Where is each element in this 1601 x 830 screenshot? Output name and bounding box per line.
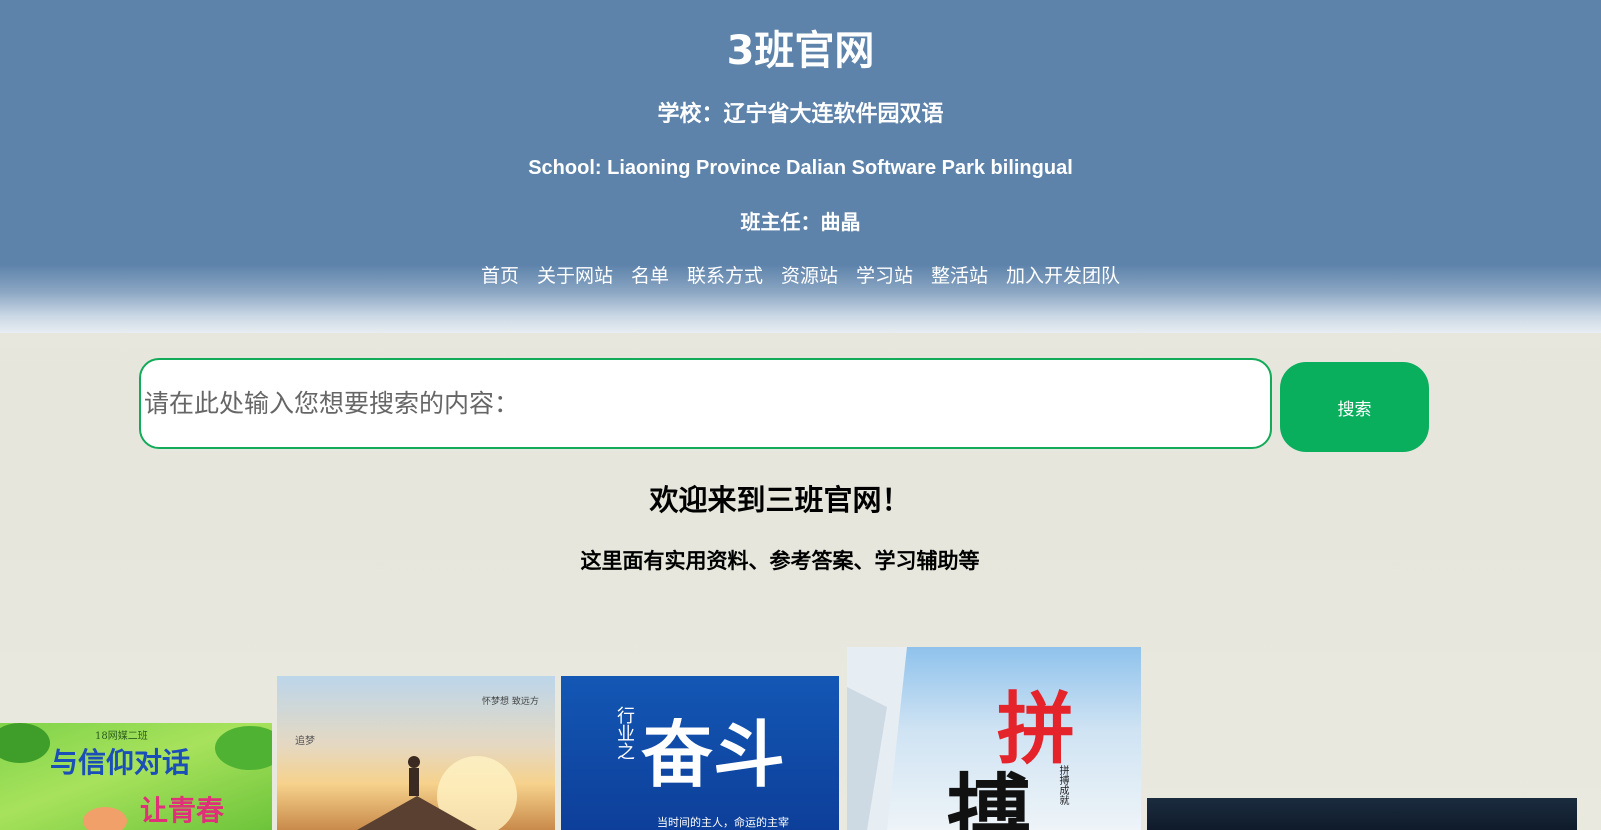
poster-dark[interactable]: [1147, 798, 1577, 830]
poster-2-side: 追梦: [295, 736, 315, 747]
main-nav: 首页 关于网站 名单 联系方式 资源站 学习站 整活站 加入开发团队: [0, 262, 1601, 290]
nav-link-study[interactable]: 学习站: [856, 262, 913, 290]
poster-4-title-2: 搏: [947, 764, 1032, 830]
poster-3-bottom: 当时间的主人，命运的主宰: [657, 816, 789, 829]
search-button[interactable]: 搜索: [1280, 362, 1429, 452]
nav-link-home[interactable]: 首页: [481, 262, 519, 290]
poster-3-side: 行业之: [614, 706, 635, 760]
head-teacher: 班主任：曲晶: [740, 210, 861, 234]
nav-link-resources[interactable]: 资源站: [781, 262, 838, 290]
site-header: 3班官网 学校：辽宁省大连软件园双语 School: Liaoning Prov…: [0, 0, 1601, 333]
poster-1-sub: 让青春: [140, 794, 225, 827]
school-name-chinese: 学校：辽宁省大连软件园双语: [657, 102, 944, 127]
site-title: 3班官网: [726, 28, 875, 74]
poster-strive[interactable]: 行业之 奋斗 当时间的主人，命运的主宰: [561, 676, 839, 830]
nav-link-join-team[interactable]: 加入开发团队: [1006, 262, 1120, 290]
school-name-english: School: Liaoning Province Dalian Softwar…: [528, 157, 1073, 179]
welcome-subtitle: 这里面有实用资料、参考答案、学习辅助等: [580, 549, 980, 573]
poster-4-side: 拼搏成就: [1057, 765, 1068, 805]
search-input[interactable]: [141, 360, 1270, 447]
nav-link-about[interactable]: 关于网站: [537, 262, 613, 290]
nav-link-fun[interactable]: 整活站: [931, 262, 988, 290]
poster-chasing-dreams[interactable]: 怀梦想 致远方 追梦: [277, 676, 555, 830]
poster-faith-dialogue[interactable]: 18网媒二班 与信仰对话 让青春: [0, 723, 272, 830]
nav-link-roster[interactable]: 名单: [631, 262, 669, 290]
welcome-title: 欢迎来到三班官网！: [649, 483, 911, 517]
search-box: [139, 358, 1272, 449]
nav-link-contact[interactable]: 联系方式: [687, 262, 763, 290]
poster-3-title: 奋斗: [641, 712, 786, 797]
poster-1-top: 18网媒二班: [95, 731, 148, 742]
poster-2-top: 怀梦想 致远方: [482, 697, 539, 707]
poster-persevere[interactable]: 拼 搏 拼搏成就: [847, 647, 1141, 830]
poster-1-title: 与信仰对话: [50, 746, 191, 779]
